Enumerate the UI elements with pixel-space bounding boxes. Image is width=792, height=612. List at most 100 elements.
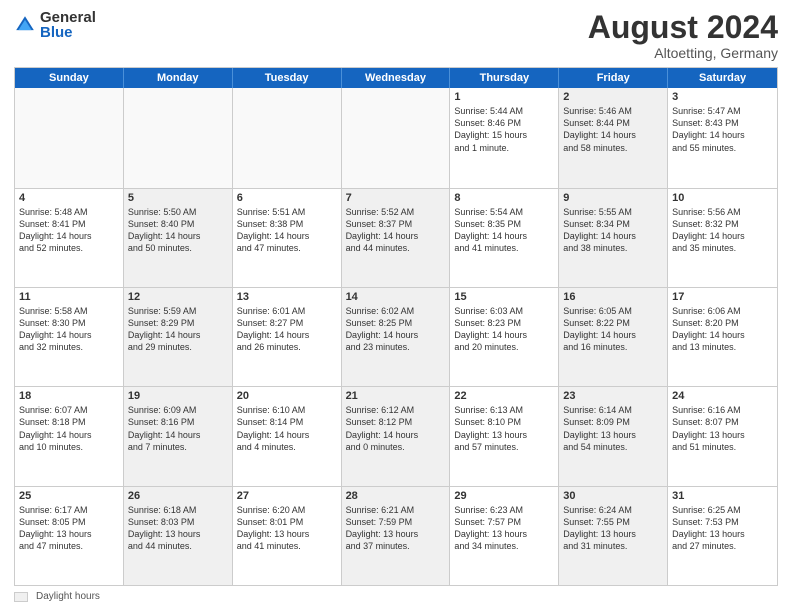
cell-text: Sunrise: 6:07 AM Sunset: 8:18 PM Dayligh… bbox=[19, 404, 119, 453]
cal-cell: 13 Sunrise: 6:01 AM Sunset: 8:27 PM Dayli… bbox=[233, 288, 342, 386]
cell-text: Sunrise: 5:44 AM Sunset: 8:46 PM Dayligh… bbox=[454, 105, 554, 154]
day-number: 17 bbox=[672, 291, 773, 303]
page: General Blue August 2024 Altoetting, Ger… bbox=[0, 0, 792, 612]
day-number: 10 bbox=[672, 192, 773, 204]
cal-cell: 9Sunrise: 5:55 AM Sunset: 8:34 PM Daylig… bbox=[559, 189, 668, 287]
header: General Blue August 2024 Altoetting, Ger… bbox=[14, 10, 778, 61]
cell-text: Sunrise: 6:01 AM Sunset: 8:27 PM Dayligh… bbox=[237, 305, 337, 354]
day-number: 15 bbox=[454, 291, 554, 303]
day-number: 6 bbox=[237, 192, 337, 204]
cell-text: Sunrise: 5:48 AM Sunset: 8:41 PM Dayligh… bbox=[19, 206, 119, 255]
cal-cell: 4 Sunrise: 5:48 AM Sunset: 8:41 PM Daylig… bbox=[15, 189, 124, 287]
cal-cell: 5Sunrise: 5:50 AM Sunset: 8:40 PM Daylig… bbox=[124, 189, 233, 287]
cell-text: Sunrise: 6:12 AM Sunset: 8:12 PM Dayligh… bbox=[346, 404, 446, 453]
cal-header-saturday: Saturday bbox=[668, 68, 777, 88]
cal-header-sunday: Sunday bbox=[15, 68, 124, 88]
logo-text: General Blue bbox=[40, 10, 96, 40]
footer: Daylight hours bbox=[14, 591, 778, 602]
cell-text: Sunrise: 6:23 AM Sunset: 7:57 PM Dayligh… bbox=[454, 504, 554, 553]
location: Altoetting, Germany bbox=[588, 45, 778, 61]
cal-cell: 28Sunrise: 6:21 AM Sunset: 7:59 PM Dayli… bbox=[342, 487, 451, 585]
logo-icon bbox=[14, 14, 36, 36]
cal-cell: 2 Sunrise: 5:46 AM Sunset: 8:44 PM Daylig… bbox=[559, 88, 668, 187]
cell-text: Sunrise: 5:58 AM Sunset: 8:30 PM Dayligh… bbox=[19, 305, 119, 354]
cell-text: Sunrise: 6:14 AM Sunset: 8:09 PM Dayligh… bbox=[563, 404, 663, 453]
day-number: 20 bbox=[237, 390, 337, 402]
cell-text: Sunrise: 6:21 AM Sunset: 7:59 PM Dayligh… bbox=[346, 504, 446, 553]
cell-text: Sunrise: 5:54 AM Sunset: 8:35 PM Dayligh… bbox=[454, 206, 554, 255]
cell-text: Sunrise: 5:47 AM Sunset: 8:43 PM Dayligh… bbox=[672, 105, 773, 154]
cell-text: Sunrise: 6:03 AM Sunset: 8:23 PM Dayligh… bbox=[454, 305, 554, 354]
cal-cell: 12Sunrise: 5:59 AM Sunset: 8:29 PM Dayli… bbox=[124, 288, 233, 386]
cal-header-wednesday: Wednesday bbox=[342, 68, 451, 88]
day-number: 25 bbox=[19, 490, 119, 502]
day-number: 11 bbox=[19, 291, 119, 303]
cal-cell: 6Sunrise: 5:51 AM Sunset: 8:38 PM Daylig… bbox=[233, 189, 342, 287]
cal-cell: 29Sunrise: 6:23 AM Sunset: 7:57 PM Dayli… bbox=[450, 487, 559, 585]
cal-cell: 14Sunrise: 6:02 AM Sunset: 8:25 PM Dayli… bbox=[342, 288, 451, 386]
cell-text: Sunrise: 6:24 AM Sunset: 7:55 PM Dayligh… bbox=[563, 504, 663, 553]
day-number: 30 bbox=[563, 490, 663, 502]
day-number: 21 bbox=[346, 390, 446, 402]
cal-cell bbox=[342, 88, 451, 187]
day-number: 13 bbox=[237, 291, 337, 303]
logo-blue: Blue bbox=[40, 25, 96, 40]
cal-cell: 19 Sunrise: 6:09 AM Sunset: 8:16 PM Dayli… bbox=[124, 387, 233, 485]
cal-week-2: 4 Sunrise: 5:48 AM Sunset: 8:41 PM Daylig… bbox=[15, 188, 777, 287]
cell-text: Sunrise: 5:46 AM Sunset: 8:44 PM Dayligh… bbox=[563, 105, 663, 154]
cal-header-tuesday: Tuesday bbox=[233, 68, 342, 88]
cell-text: Sunrise: 6:06 AM Sunset: 8:20 PM Dayligh… bbox=[672, 305, 773, 354]
day-number: 24 bbox=[672, 390, 773, 402]
cal-cell: 23 Sunrise: 6:14 AM Sunset: 8:09 PM Dayli… bbox=[559, 387, 668, 485]
day-number: 7 bbox=[346, 192, 446, 204]
day-number: 31 bbox=[672, 490, 773, 502]
cal-week-1: 1 Sunrise: 5:44 AM Sunset: 8:46 PM Daylig… bbox=[15, 88, 777, 187]
calendar: SundayMondayTuesdayWednesdayThursdayFrid… bbox=[14, 67, 778, 586]
cal-cell: 22 Sunrise: 6:13 AM Sunset: 8:10 PM Dayli… bbox=[450, 387, 559, 485]
cal-cell: 3Sunrise: 5:47 AM Sunset: 8:43 PM Daylig… bbox=[668, 88, 777, 187]
cal-cell bbox=[233, 88, 342, 187]
cal-cell: 11 Sunrise: 5:58 AM Sunset: 8:30 PM Dayli… bbox=[15, 288, 124, 386]
day-number: 8 bbox=[454, 192, 554, 204]
cell-text: Sunrise: 5:56 AM Sunset: 8:32 PM Dayligh… bbox=[672, 206, 773, 255]
cal-header-friday: Friday bbox=[559, 68, 668, 88]
day-number: 14 bbox=[346, 291, 446, 303]
day-number: 2 bbox=[563, 91, 663, 103]
month-year: August 2024 bbox=[588, 10, 778, 45]
cal-week-5: 25 Sunrise: 6:17 AM Sunset: 8:05 PM Dayli… bbox=[15, 486, 777, 585]
cal-cell: 16 Sunrise: 6:05 AM Sunset: 8:22 PM Dayli… bbox=[559, 288, 668, 386]
day-number: 19 bbox=[128, 390, 228, 402]
cal-cell: 30 Sunrise: 6:24 AM Sunset: 7:55 PM Dayli… bbox=[559, 487, 668, 585]
cell-text: Sunrise: 6:17 AM Sunset: 8:05 PM Dayligh… bbox=[19, 504, 119, 553]
cal-header-monday: Monday bbox=[124, 68, 233, 88]
cal-cell: 21 Sunrise: 6:12 AM Sunset: 8:12 PM Dayli… bbox=[342, 387, 451, 485]
day-number: 1 bbox=[454, 91, 554, 103]
logo: General Blue bbox=[14, 10, 96, 40]
cal-cell: 31Sunrise: 6:25 AM Sunset: 7:53 PM Dayli… bbox=[668, 487, 777, 585]
day-number: 9 bbox=[563, 192, 663, 204]
day-number: 27 bbox=[237, 490, 337, 502]
cell-text: Sunrise: 6:13 AM Sunset: 8:10 PM Dayligh… bbox=[454, 404, 554, 453]
day-number: 16 bbox=[563, 291, 663, 303]
title-block: August 2024 Altoetting, Germany bbox=[588, 10, 778, 61]
cell-text: Sunrise: 5:50 AM Sunset: 8:40 PM Dayligh… bbox=[128, 206, 228, 255]
cal-week-4: 18 Sunrise: 6:07 AM Sunset: 8:18 PM Dayli… bbox=[15, 386, 777, 485]
day-number: 23 bbox=[563, 390, 663, 402]
cal-cell bbox=[124, 88, 233, 187]
day-number: 4 bbox=[19, 192, 119, 204]
day-number: 22 bbox=[454, 390, 554, 402]
legend-label: Daylight hours bbox=[36, 591, 100, 602]
cell-text: Sunrise: 6:18 AM Sunset: 8:03 PM Dayligh… bbox=[128, 504, 228, 553]
cell-text: Sunrise: 6:09 AM Sunset: 8:16 PM Dayligh… bbox=[128, 404, 228, 453]
cal-cell: 18 Sunrise: 6:07 AM Sunset: 8:18 PM Dayli… bbox=[15, 387, 124, 485]
cal-cell bbox=[15, 88, 124, 187]
day-number: 18 bbox=[19, 390, 119, 402]
calendar-body: 1 Sunrise: 5:44 AM Sunset: 8:46 PM Daylig… bbox=[15, 88, 777, 585]
cal-cell: 26Sunrise: 6:18 AM Sunset: 8:03 PM Dayli… bbox=[124, 487, 233, 585]
cal-cell: 17 Sunrise: 6:06 AM Sunset: 8:20 PM Dayli… bbox=[668, 288, 777, 386]
cal-cell: 27 Sunrise: 6:20 AM Sunset: 8:01 PM Dayli… bbox=[233, 487, 342, 585]
cell-text: Sunrise: 6:20 AM Sunset: 8:01 PM Dayligh… bbox=[237, 504, 337, 553]
cal-cell: 8 Sunrise: 5:54 AM Sunset: 8:35 PM Daylig… bbox=[450, 189, 559, 287]
cell-text: Sunrise: 6:05 AM Sunset: 8:22 PM Dayligh… bbox=[563, 305, 663, 354]
logo-general: General bbox=[40, 10, 96, 25]
